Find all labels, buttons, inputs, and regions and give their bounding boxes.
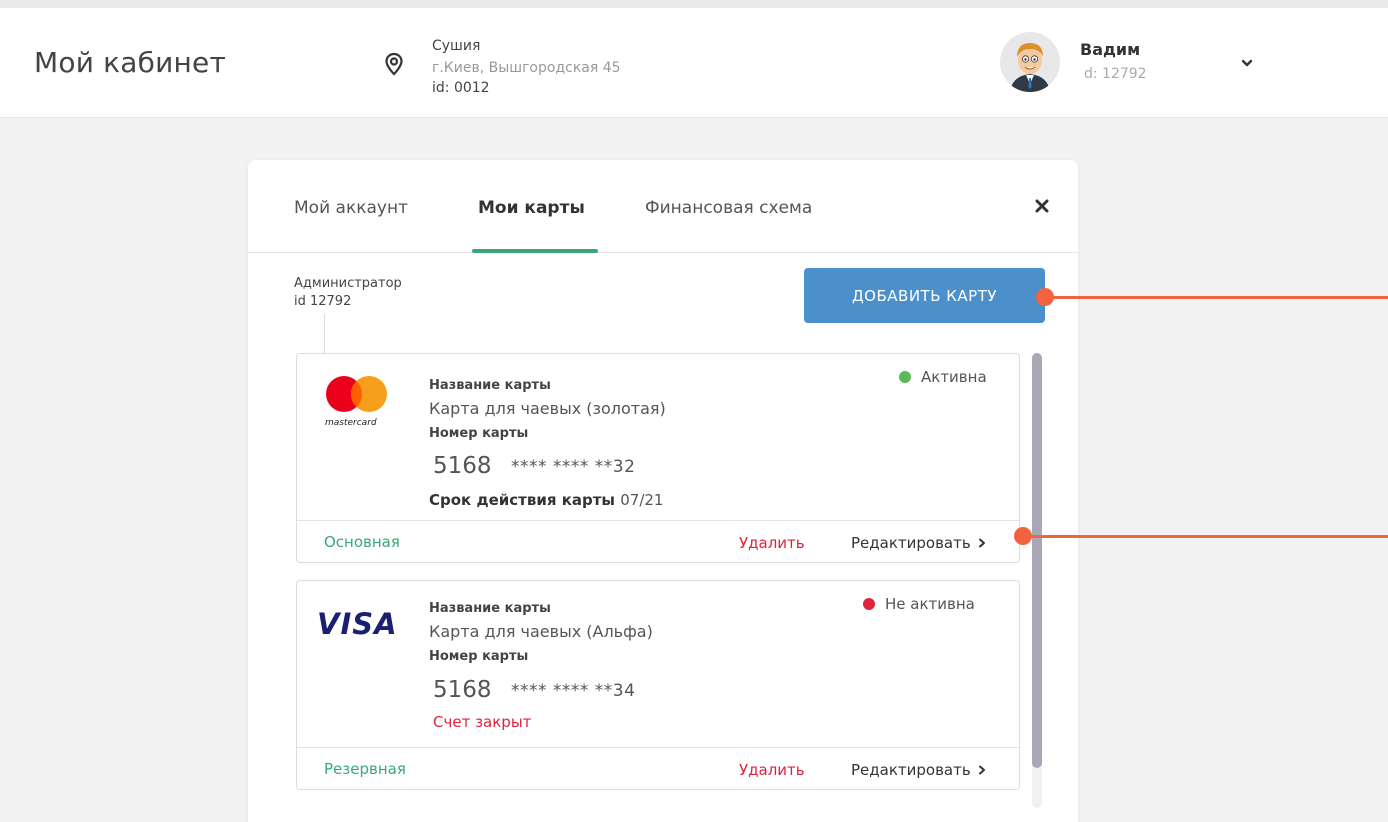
header: Мой кабинет Сушия г.Киев, Вышгородская 4…: [0, 8, 1388, 118]
annotation-dot: [1014, 527, 1032, 545]
user-id: d: 12792: [1084, 66, 1147, 82]
location-pin-icon: [385, 52, 403, 76]
tab-my-account[interactable]: Мой аккаунт: [294, 198, 408, 218]
card-footer: Резервная Удалить Редактировать: [297, 747, 1019, 790]
chevron-right-icon: [978, 538, 985, 548]
location-name: Сушия: [432, 38, 481, 54]
tab-financial-scheme[interactable]: Финансовая схема: [645, 198, 812, 218]
edit-card-label: Редактировать: [851, 534, 971, 552]
card-item: VISA Название карты Карта для чаевых (Ал…: [296, 580, 1020, 790]
card-number-masked: **** **** **32: [511, 457, 636, 477]
card-name-label: Название карты: [429, 601, 551, 616]
user-avatar[interactable]: [1000, 32, 1060, 92]
close-icon[interactable]: [1032, 196, 1052, 216]
card-status: Активна: [899, 368, 987, 386]
delete-card-link[interactable]: Удалить: [739, 761, 805, 779]
card-number-first: 5168: [433, 677, 492, 703]
card-item: mastercard Название карты Карта для чаев…: [296, 353, 1020, 563]
edit-card-label: Редактировать: [851, 761, 971, 779]
annotation-line: [1024, 535, 1388, 538]
card-status-label: Не активна: [885, 595, 975, 613]
card-status: Не активна: [863, 595, 975, 613]
mastercard-wordmark: mastercard: [325, 418, 377, 428]
tab-my-cards[interactable]: Мои карты: [478, 198, 585, 218]
cards-panel: Мой аккаунт Мои карты Финансовая схема А…: [248, 160, 1078, 822]
account-role: Администратор id 12792: [294, 275, 402, 311]
card-number-label: Номер карты: [429, 649, 529, 664]
location-address: г.Киев, Вышгородская 45: [432, 60, 621, 76]
edit-card-link[interactable]: Редактировать: [851, 534, 987, 552]
add-card-button[interactable]: ДОБАВИТЬ КАРТУ: [804, 268, 1045, 323]
annotation-dot: [1036, 288, 1054, 306]
card-name: Карта для чаевых (золотая): [429, 399, 666, 418]
card-name-label: Название карты: [429, 378, 551, 393]
role-id: id 12792: [294, 294, 352, 309]
card-footer: Основная Удалить Редактировать: [297, 520, 1019, 563]
card-expiry-value: 07/21: [620, 491, 664, 509]
chevron-down-icon[interactable]: [1240, 56, 1254, 70]
card-type-label: Основная: [324, 533, 400, 551]
annotation-line: [1044, 296, 1388, 299]
page-title: Мой кабинет: [34, 46, 226, 79]
card-number-first: 5168: [433, 453, 492, 479]
top-strip: [0, 0, 1388, 8]
card-status-label: Активна: [921, 368, 987, 386]
card-closed-note: Счет закрыт: [433, 713, 532, 731]
active-tab-indicator: [472, 249, 598, 253]
role-label: Администратор: [294, 276, 402, 291]
status-dot-active: [899, 371, 911, 383]
location-id: id: 0012: [432, 80, 490, 96]
scrollbar-thumb[interactable]: [1032, 353, 1042, 768]
card-number-label: Номер карты: [429, 426, 529, 441]
card-expiry: Срок действия карты 07/21: [429, 491, 663, 509]
edit-card-link[interactable]: Редактировать: [851, 761, 987, 779]
card-number-masked: **** **** **34: [511, 681, 636, 701]
delete-card-link[interactable]: Удалить: [739, 534, 805, 552]
card-name: Карта для чаевых (Альфа): [429, 622, 653, 641]
card-expiry-label: Срок действия карты: [429, 491, 615, 509]
status-dot-inactive: [863, 598, 875, 610]
card-type-label: Резервная: [324, 760, 406, 778]
user-name: Вадим: [1080, 40, 1141, 59]
tab-bar: Мой аккаунт Мои карты Финансовая схема: [248, 160, 1078, 253]
avatar-image: [1000, 32, 1060, 92]
visa-logo: VISA: [317, 607, 398, 641]
chevron-right-icon: [978, 765, 985, 775]
